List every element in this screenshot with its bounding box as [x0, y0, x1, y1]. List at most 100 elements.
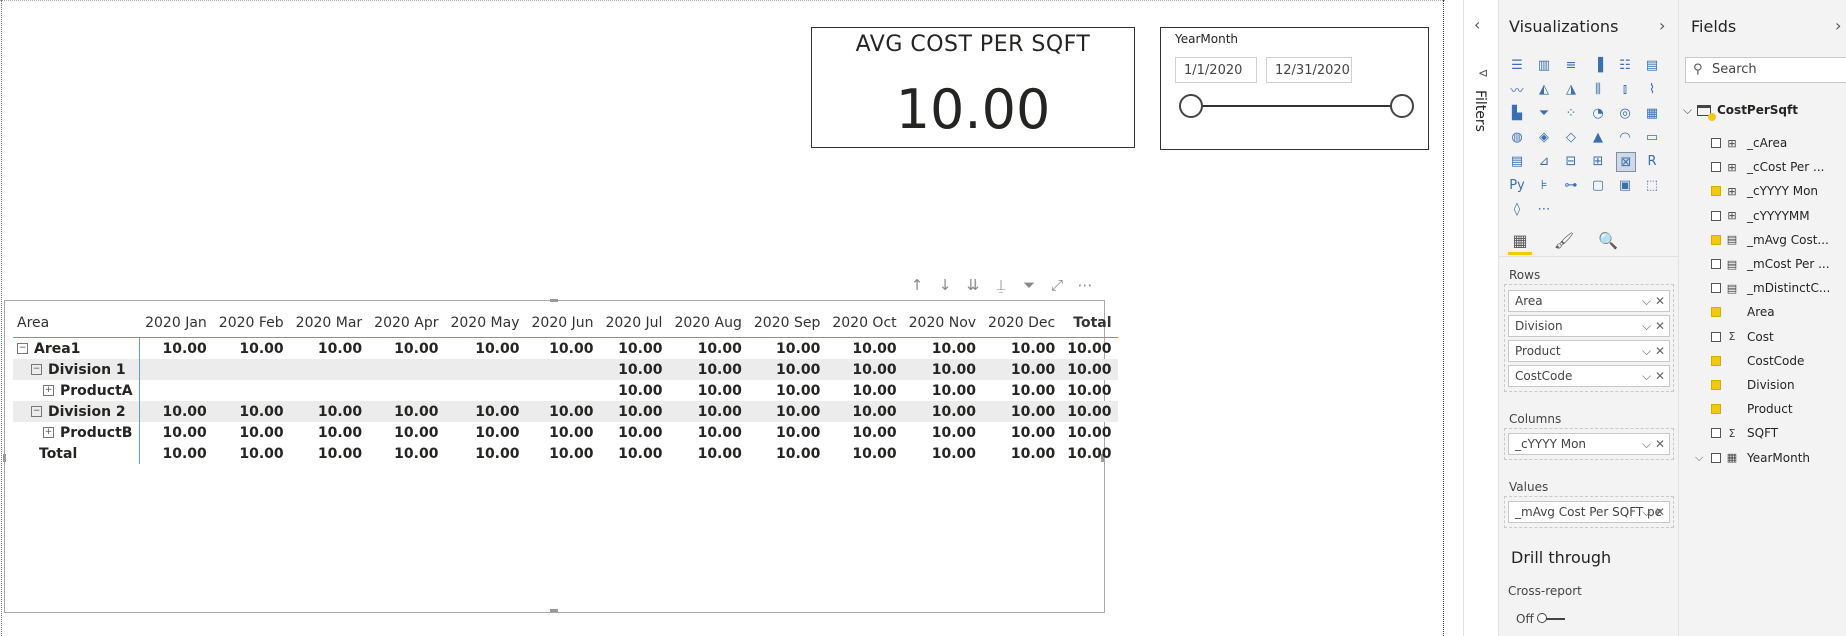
column-header[interactable]: 2020 Sep — [747, 309, 827, 338]
row-header-cell[interactable]: − Area1 — [13, 337, 140, 359]
expand-icon[interactable]: + — [43, 385, 54, 396]
field-checkbox[interactable] — [1711, 380, 1721, 390]
field-checkbox[interactable] — [1711, 331, 1721, 342]
chevron-down-icon[interactable]: ⌵ — [1695, 451, 1703, 465]
matrix-cell[interactable]: 10.00 — [747, 401, 827, 422]
column-header[interactable]: 2020 Mar — [289, 309, 369, 338]
well-field[interactable]: _cYYYY Mon ⌵ ✕ — [1508, 433, 1670, 455]
matrix-total-cell[interactable]: 10.00 — [1061, 359, 1118, 380]
matrix-cell[interactable]: 10.00 — [826, 380, 902, 401]
field-checkbox[interactable] — [1711, 452, 1721, 463]
field-item[interactable]: ⊞ _cCost Per ... — [1711, 157, 1824, 177]
line-clustered-column-icon[interactable]: ⫾ — [1616, 80, 1634, 98]
matrix-cell[interactable] — [139, 359, 213, 380]
expand-all-down-icon[interactable]: ⇊ — [964, 276, 982, 296]
matrix-cell[interactable]: 10.00 — [903, 422, 982, 443]
matrix-total-cell[interactable]: 10.00 — [1061, 338, 1117, 360]
matrix-cell[interactable]: 10.00 — [444, 443, 525, 464]
100pct-column-icon[interactable]: ▤ — [1643, 56, 1661, 74]
matrix-cell[interactable]: 10.00 — [526, 422, 600, 443]
stacked-column-icon[interactable]: ▥ — [1535, 56, 1553, 74]
field-checkbox[interactable] — [1711, 138, 1721, 148]
kpi-icon[interactable]: ⊿ — [1535, 152, 1553, 170]
expand-hierarchy-icon[interactable]: ⍊ — [992, 276, 1010, 296]
field-item[interactable]: ⌵ ▦ YearMonth — [1695, 448, 1810, 468]
matrix-cell[interactable] — [444, 380, 525, 401]
r-visual-icon[interactable]: R — [1643, 152, 1661, 170]
cross-report-toggle[interactable] — [1537, 613, 1565, 623]
matrix-cell[interactable] — [139, 380, 213, 401]
column-header[interactable]: 2020 Oct — [826, 309, 903, 338]
column-header[interactable]: 2020 Nov — [902, 309, 983, 338]
slider-end-handle[interactable] — [1390, 94, 1414, 118]
multirow-card-icon[interactable]: ▤ — [1508, 152, 1526, 170]
matrix-cell[interactable]: 10.00 — [368, 338, 444, 360]
matrix-cell[interactable]: 10.00 — [902, 401, 983, 422]
matrix-cell[interactable]: 10.00 — [368, 422, 444, 443]
matrix-cell[interactable]: 10.00 — [289, 401, 369, 422]
matrix-cell[interactable] — [444, 359, 526, 380]
matrix-cell[interactable]: 10.00 — [982, 443, 1061, 464]
field-item[interactable]: ⊞ _cArea — [1711, 133, 1787, 153]
matrix-cell[interactable] — [526, 380, 600, 401]
matrix-cell[interactable]: 10.00 — [668, 338, 747, 360]
column-header[interactable]: 2020 Jan — [139, 309, 213, 338]
scatter-icon[interactable]: ⁘ — [1562, 104, 1580, 122]
matrix-cell[interactable]: 10.00 — [747, 359, 827, 380]
matrix-cell[interactable]: 10.00 — [826, 359, 903, 380]
matrix-cell[interactable]: 10.00 — [290, 443, 369, 464]
well-field[interactable]: CostCode ⌵ ✕ — [1508, 365, 1670, 387]
matrix-cell[interactable]: 10.00 — [368, 401, 445, 422]
column-header[interactable]: 2020 Apr — [368, 309, 445, 338]
qa-icon[interactable]: ▢ — [1589, 176, 1607, 194]
matrix-cell[interactable]: 10.00 — [982, 359, 1062, 380]
matrix-cell[interactable]: 10.00 — [903, 443, 982, 464]
python-visual-icon[interactable]: Py — [1508, 176, 1526, 194]
analytics-tab-icon[interactable]: 🔍 — [1596, 228, 1620, 252]
column-header[interactable]: 2020 Jul — [599, 309, 669, 338]
matrix-visual[interactable]: Area 2020 Jan 2020 Feb 2020 Mar 2020 Apr 202… — [3, 299, 1118, 613]
matrix-cell[interactable]: 10.00 — [139, 443, 213, 464]
matrix-cell[interactable]: 10.00 — [982, 380, 1061, 401]
resize-handle[interactable] — [550, 299, 558, 302]
resize-handle[interactable] — [550, 609, 558, 612]
expand-icon[interactable]: + — [43, 427, 54, 438]
matrix-cell[interactable]: 10.00 — [668, 359, 748, 380]
matrix-cell[interactable] — [213, 380, 290, 401]
matrix-cell[interactable]: 10.00 — [526, 338, 600, 360]
field-checkbox[interactable] — [1711, 404, 1721, 415]
column-header[interactable]: 2020 Dec — [982, 309, 1062, 338]
row-header-cell[interactable]: − Division 2 — [13, 401, 140, 422]
azure-map-icon[interactable]: ▲ — [1589, 128, 1607, 146]
funnel-icon[interactable]: ⏷ — [1535, 104, 1553, 122]
well-field[interactable]: Product ⌵ ✕ — [1508, 340, 1670, 362]
matrix-cell[interactable]: 10.00 — [668, 443, 747, 464]
matrix-cell[interactable]: 10.00 — [444, 422, 525, 443]
card-icon[interactable]: ▭ — [1643, 128, 1661, 146]
well-field-controls[interactable]: ⌵ ✕ — [1642, 341, 1665, 361]
matrix-cell[interactable]: 10.00 — [903, 338, 982, 360]
matrix-cell[interactable]: 10.00 — [826, 422, 902, 443]
well-field-controls[interactable]: ⌵ ✕ — [1642, 366, 1665, 386]
field-search-input[interactable]: ⚲ Search — [1685, 57, 1846, 83]
field-checkbox[interactable] — [1711, 283, 1721, 294]
line-chart-icon[interactable]: 〰 — [1508, 80, 1526, 99]
matrix-cell[interactable]: 10.00 — [982, 338, 1061, 360]
matrix-total-cell[interactable]: 10.00 — [1061, 380, 1117, 401]
field-item[interactable]: Σ SQFT — [1711, 423, 1778, 443]
key-influencers-icon[interactable]: ⊧ — [1535, 176, 1553, 194]
matrix-cell[interactable]: 10.00 — [139, 401, 213, 422]
matrix-cell[interactable]: 10.00 — [668, 422, 747, 443]
field-item[interactable]: ⊞ _cYYYY Mon — [1711, 181, 1818, 201]
field-item[interactable]: ▤ _mAvg Cost... — [1711, 230, 1829, 250]
well-field[interactable]: Area ⌵ ✕ — [1508, 290, 1670, 312]
more-options-icon[interactable]: ⋯ — [1076, 276, 1094, 296]
field-item[interactable]: Area — [1711, 302, 1775, 322]
matrix-cell[interactable]: 10.00 — [826, 401, 903, 422]
matrix-total-cell[interactable]: 10.00 — [1061, 401, 1118, 422]
expand-filters-icon[interactable]: ‹ — [1474, 15, 1480, 34]
kpi-card[interactable]: AVG COST PER SQFT 10.00 — [811, 27, 1135, 148]
format-tab-icon[interactable]: 🖌 — [1552, 228, 1576, 252]
filter-icon[interactable]: ⏷ — [1020, 276, 1038, 296]
column-header[interactable]: 2020 Aug — [668, 309, 748, 338]
